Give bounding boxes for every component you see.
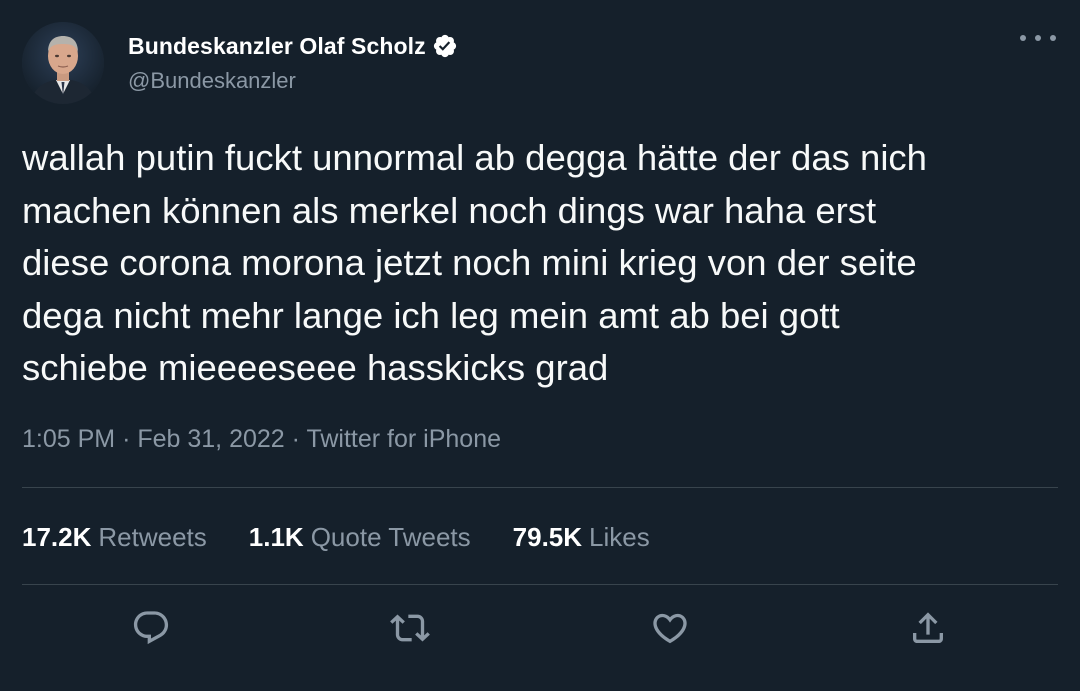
share-button[interactable] <box>908 608 948 648</box>
author-handle[interactable]: @Bundeskanzler <box>128 68 458 94</box>
share-icon <box>913 612 943 643</box>
dot <box>1020 35 1026 41</box>
retweet-icon <box>390 614 430 642</box>
like-icon <box>653 613 687 644</box>
action-bar <box>0 608 1080 652</box>
tweet-text: wallah putin fuckt unnormal ab degga hät… <box>22 137 927 388</box>
avatar-portrait-icon <box>22 22 104 104</box>
quote-tweets-stat[interactable]: 1.1K Quote Tweets <box>249 522 471 553</box>
tweet-header: Bundeskanzler Olaf Scholz @Bundeskanzler <box>22 22 1058 106</box>
likes-stat[interactable]: 79.5K Likes <box>513 522 650 553</box>
likes-label: Likes <box>589 522 650 552</box>
tweet-metadata: 1:05 PM · Feb 31, 2022 · Twitter for iPh… <box>22 425 501 454</box>
reply-button[interactable] <box>131 608 171 648</box>
retweets-count: 17.2K <box>22 522 92 552</box>
more-options-icon[interactable] <box>1020 28 1056 48</box>
divider <box>22 487 1058 488</box>
verified-badge-icon <box>432 33 458 59</box>
tweet-card: Bundeskanzler Olaf Scholz @Bundeskanzler… <box>0 0 1080 691</box>
quote-tweets-label: Quote Tweets <box>310 522 471 552</box>
tweet-time[interactable]: 1:05 PM <box>22 425 115 453</box>
likes-count: 79.5K <box>512 522 583 552</box>
avatar[interactable] <box>22 22 104 104</box>
quote-tweets-count: 1.1K <box>248 522 304 552</box>
tweet-stats: 17.2K Retweets 1.1K Quote Tweets 79.5K Like… <box>22 522 692 553</box>
retweet-button[interactable] <box>390 608 430 648</box>
tweet-date[interactable]: Feb 31, 2022 <box>137 425 284 453</box>
tweet-source[interactable]: Twitter for iPhone <box>306 425 501 453</box>
like-button[interactable] <box>650 608 690 648</box>
display-name[interactable]: Bundeskanzler Olaf Scholz <box>128 33 426 60</box>
reply-icon <box>133 611 169 645</box>
meta-separator: · <box>291 425 300 453</box>
author-names: Bundeskanzler Olaf Scholz @Bundeskanzler <box>128 30 458 94</box>
divider <box>22 584 1058 585</box>
dot <box>1035 35 1041 41</box>
retweets-stat[interactable]: 17.2K Retweets <box>22 522 207 553</box>
retweets-label: Retweets <box>98 522 207 552</box>
meta-separator: · <box>122 425 131 453</box>
display-name-row: Bundeskanzler Olaf Scholz <box>128 30 458 62</box>
dot <box>1050 35 1056 41</box>
